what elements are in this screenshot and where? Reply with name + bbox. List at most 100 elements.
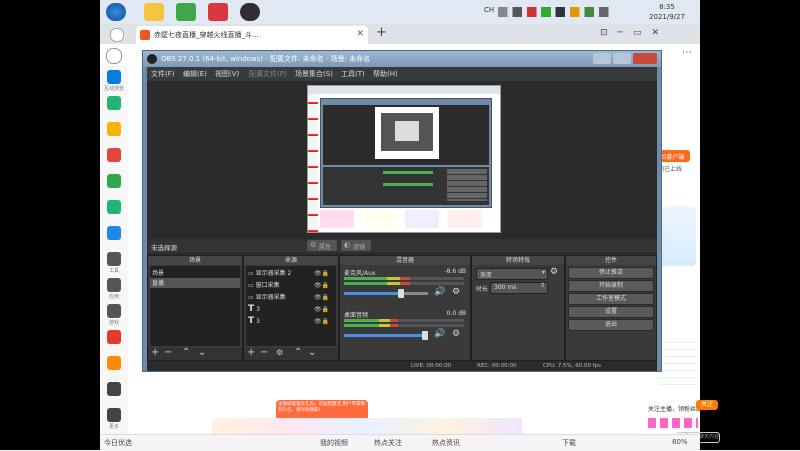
- exit-button[interactable]: 退出: [568, 319, 654, 331]
- follow-button[interactable]: 关注: [696, 400, 718, 410]
- game-icon[interactable]: [107, 304, 121, 318]
- menu-edit[interactable]: 编辑(E): [183, 69, 207, 79]
- properties-button[interactable]: ⚙ 属性: [307, 240, 337, 251]
- scene-item-selected[interactable]: 直播: [150, 278, 240, 288]
- visibility-lock-column[interactable]: 👁🔒 👁🔒 👁🔒 👁🔒 👁🔒: [314, 268, 334, 328]
- menu-file[interactable]: 文件(F): [151, 69, 175, 79]
- scene-down-icon[interactable]: ⌄: [198, 347, 206, 358]
- new-tab-button[interactable]: +: [376, 25, 387, 40]
- add-source-icon[interactable]: +: [247, 347, 255, 358]
- input-language[interactable]: CH: [484, 6, 494, 14]
- channel-gear-icon[interactable]: ⚙: [452, 287, 460, 297]
- remove-scene-icon[interactable]: −: [164, 347, 172, 358]
- source-item[interactable]: ▭ 显示器采集 2: [248, 268, 291, 277]
- nav-icon[interactable]: [106, 48, 122, 64]
- source-down-icon[interactable]: ⌄: [308, 347, 316, 358]
- source-settings-icon[interactable]: ⚙: [276, 348, 283, 357]
- duration-input[interactable]: 300 ms ⇕: [490, 282, 548, 294]
- menu-view[interactable]: 视图(V): [215, 69, 239, 79]
- tools-icon[interactable]: [107, 252, 121, 266]
- add-scene-icon[interactable]: +: [151, 347, 159, 358]
- properties-label: 属性: [319, 244, 332, 251]
- source-item[interactable]: T 3: [248, 304, 260, 314]
- settings-button[interactable]: 设置: [568, 306, 654, 318]
- speaker-icon[interactable]: 🔊: [434, 287, 445, 297]
- menu-icon[interactable]: [107, 408, 121, 422]
- statusbar-news[interactable]: 热点资讯: [432, 438, 460, 448]
- speaker-icon[interactable]: 🔊: [434, 329, 445, 339]
- mixer-channel: 麦克风/Aux -8.6 dB 🔊 ⚙: [342, 268, 468, 308]
- source-item[interactable]: ▭ 窗口采集: [248, 280, 280, 289]
- source-item[interactable]: ▭ 显示器采集: [248, 292, 286, 301]
- volume-meter: [344, 282, 464, 285]
- transition-selected: 渐变: [480, 272, 493, 279]
- window-controls[interactable]: ⊡─▭✕: [600, 28, 669, 38]
- pdf-icon[interactable]: [107, 226, 121, 240]
- statusbar-left[interactable]: 今日优选: [104, 438, 132, 448]
- studio-mode-button[interactable]: 工作室模式: [568, 293, 654, 305]
- source-item[interactable]: T 3: [248, 316, 260, 326]
- start-recording-button[interactable]: 开始录制: [568, 280, 654, 292]
- edge-icon[interactable]: [107, 70, 121, 84]
- browser-logo-icon[interactable]: [110, 28, 124, 42]
- app-icon[interactable]: [144, 3, 164, 21]
- statusbar-download[interactable]: 下载: [562, 438, 576, 448]
- volume-slider[interactable]: [344, 331, 428, 340]
- weibo-icon[interactable]: [107, 148, 121, 162]
- remove-source-icon[interactable]: −: [260, 347, 268, 358]
- source-up-icon[interactable]: ⌃: [294, 347, 302, 358]
- system-tray-icons[interactable]: [498, 7, 618, 17]
- live-time: LIVE: 00:00:00: [411, 363, 452, 369]
- statusbar-hot[interactable]: 热点关注: [374, 438, 402, 448]
- hot-icon[interactable]: [107, 330, 121, 344]
- cycle-icon[interactable]: [107, 200, 121, 214]
- mixer-header: 混音器: [340, 256, 470, 265]
- grid-icon[interactable]: ⋯: [682, 47, 692, 58]
- gift-strip[interactable]: [648, 418, 698, 428]
- tab-active[interactable]: 赤壁七夜直播_穿越火线直播_斗... ✕: [136, 26, 368, 44]
- monitor-icon: ▭: [248, 270, 254, 277]
- source-item-label: 显示器采集 2: [255, 270, 292, 277]
- obs-taskbar-icon[interactable]: [240, 3, 260, 21]
- nested-preview: [323, 105, 489, 165]
- clock[interactable]: 8:35 2021/9/27: [640, 2, 694, 22]
- channel-name: 桌面音频: [344, 312, 369, 319]
- mixer-channel: 桌面音频 0.0 dB 🔊 ⚙: [342, 310, 468, 350]
- transition-select[interactable]: 渐变 ▾: [476, 268, 548, 280]
- add-icon[interactable]: [107, 382, 121, 396]
- browser-icon[interactable]: [176, 3, 196, 21]
- volume-slider[interactable]: [344, 289, 428, 298]
- transition-gear-icon[interactable]: ⚙: [550, 267, 558, 277]
- star-icon[interactable]: [107, 122, 121, 136]
- menu-scene-collection[interactable]: 场景集合(S): [295, 69, 333, 79]
- obs-titlebar[interactable]: OBS 27.0.1 (64-bit, windows) - 配置文件: 未命名…: [143, 51, 661, 67]
- app-icon[interactable]: [107, 278, 121, 292]
- scene-up-icon[interactable]: ⌃: [182, 347, 190, 358]
- minimize-button[interactable]: [593, 53, 611, 64]
- volume-slider-handle[interactable]: [422, 331, 428, 340]
- statusbar-zoom[interactable]: 80%: [672, 438, 688, 446]
- close-tab-icon[interactable]: ✕: [356, 29, 364, 39]
- ad-block[interactable]: [660, 206, 696, 266]
- maximize-button[interactable]: [613, 53, 631, 64]
- start-button[interactable]: [106, 3, 126, 21]
- volume-slider-fill: [344, 292, 400, 295]
- scene-item[interactable]: 场景: [152, 268, 238, 277]
- menu-tools[interactable]: 工具(T): [341, 69, 365, 79]
- sidebar-label: 更多: [108, 424, 119, 430]
- nested-gift-bar: [320, 210, 490, 228]
- plus-icon[interactable]: [107, 96, 121, 110]
- volume-slider-handle[interactable]: [398, 289, 404, 298]
- duration-value: 300 ms: [494, 284, 517, 291]
- stepper-icon[interactable]: ⇕: [540, 282, 545, 289]
- zoom-icon[interactable]: [107, 356, 121, 370]
- close-button[interactable]: [633, 53, 657, 64]
- folder-icon[interactable]: [107, 174, 121, 188]
- stop-streaming-button[interactable]: 停止推流: [568, 267, 654, 279]
- menu-profile[interactable]: 配置文件(P): [249, 69, 287, 79]
- statusbar-video[interactable]: 我的视频: [320, 438, 348, 448]
- netease-icon[interactable]: [208, 3, 228, 21]
- channel-gear-icon[interactable]: ⚙: [452, 329, 460, 339]
- menu-help[interactable]: 帮助(H): [373, 69, 398, 79]
- filters-button[interactable]: ◐ 滤镜: [341, 240, 371, 251]
